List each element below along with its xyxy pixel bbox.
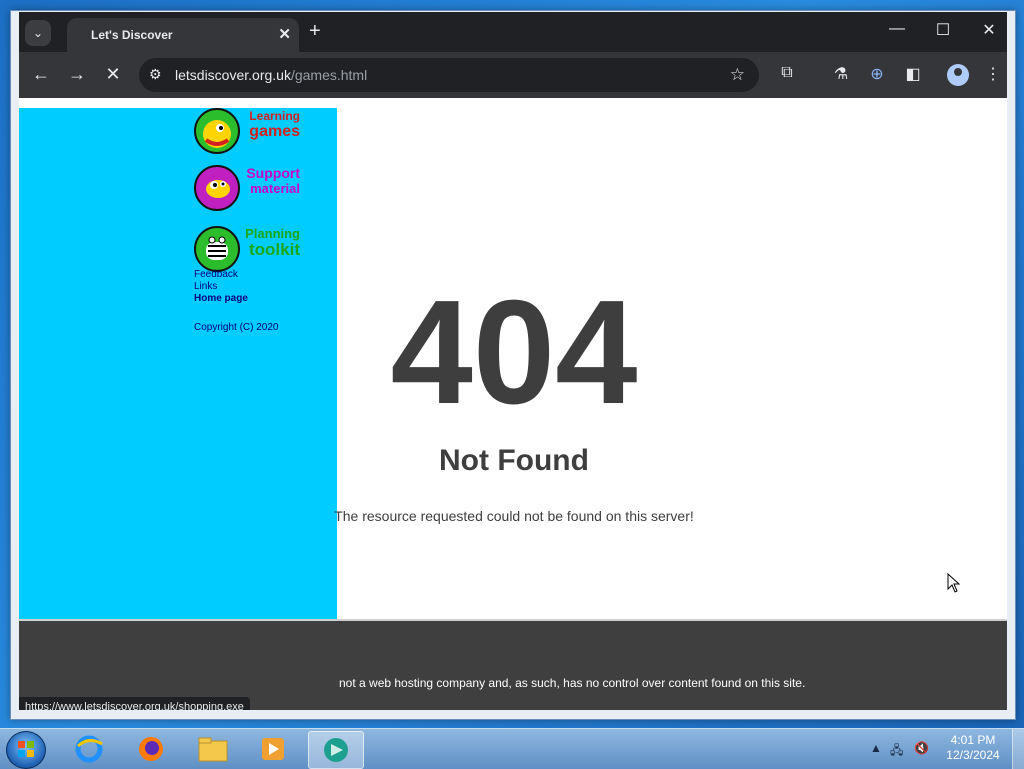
error-title: Not Found xyxy=(439,444,589,477)
link-links[interactable]: Links xyxy=(194,281,248,293)
link-status-bar: https://www.letsdiscover.org.uk/shopping… xyxy=(19,697,250,710)
nav-support-material[interactable]: Support material xyxy=(194,165,304,211)
volume-muted-icon[interactable]: 🔇 xyxy=(914,741,929,755)
footer-text: not a web hosting company and, as such, … xyxy=(339,676,806,690)
network-icon[interactable]: 🖧 xyxy=(890,741,903,762)
labs-flask-icon[interactable]: ⚗ xyxy=(829,64,853,84)
tab-title: Let's Discover xyxy=(91,28,173,42)
extensions-icon[interactable]: ⧉ xyxy=(775,64,799,82)
back-icon[interactable]: ← xyxy=(29,64,53,85)
tab-active[interactable]: Let's Discover ✕ xyxy=(67,18,299,52)
nav-label-line1: Support xyxy=(246,165,300,181)
copyright-text: Copyright (C) 2020 xyxy=(194,322,279,333)
sidebar-links: Feedback Links Home page xyxy=(194,269,248,305)
windows-taskbar: ▲ 🖧 🔇 4:01 PM 12/3/2024 xyxy=(0,728,1024,769)
download-icon[interactable]: ⊕ xyxy=(865,64,889,84)
nav-label-line2: games xyxy=(249,123,300,140)
site-sidebar: Learning games Support material Planning… xyxy=(19,108,337,689)
stop-loading-icon[interactable]: ✕ xyxy=(101,64,125,85)
window-close-icon[interactable]: ✕ xyxy=(969,20,1009,40)
tab-bar: ⌄ Let's Discover ✕ + — ☐ ✕ xyxy=(19,12,1007,52)
link-feedback[interactable]: Feedback xyxy=(194,269,248,281)
giraffe-icon xyxy=(194,165,240,211)
system-clock[interactable]: 4:01 PM 12/3/2024 xyxy=(940,733,1006,763)
zebra-icon xyxy=(194,226,240,272)
firefox-icon[interactable] xyxy=(124,731,178,767)
dinosaur-icon xyxy=(194,108,240,154)
maximize-icon[interactable]: ☐ xyxy=(923,20,963,40)
nav-label-line2: toolkit xyxy=(249,240,300,259)
url-text[interactable]: letsdiscover.org.uk/games.html xyxy=(175,67,367,83)
browser-window: ⌄ Let's Discover ✕ + — ☐ ✕ ← → ✕ ⚙ letsd… xyxy=(10,10,1016,720)
tab-close-icon[interactable]: ✕ xyxy=(278,25,291,43)
show-desktop-button[interactable] xyxy=(1012,729,1024,769)
nav-learning-games[interactable]: Learning games xyxy=(194,108,304,154)
error-message: The resource requested could not be foun… xyxy=(334,508,694,524)
mouse-cursor-icon xyxy=(947,573,961,593)
show-hidden-icons[interactable]: ▲ xyxy=(870,741,882,755)
forward-icon[interactable]: → xyxy=(65,64,89,85)
link-home-page[interactable]: Home page xyxy=(194,293,248,305)
page-viewport: Learning games Support material Planning… xyxy=(19,98,1007,710)
browser-toolbar: ← → ✕ ⚙ letsdiscover.org.uk/games.html ☆… xyxy=(19,52,1007,98)
address-bar[interactable]: ⚙ letsdiscover.org.uk/games.html ☆ xyxy=(139,58,759,92)
nav-label-line2: material xyxy=(250,181,300,196)
start-button[interactable] xyxy=(6,731,46,769)
error-code: 404 xyxy=(390,270,638,435)
clock-date: 12/3/2024 xyxy=(946,748,1000,762)
tab-search-icon[interactable]: ⌄ xyxy=(25,20,51,46)
new-tab-icon[interactable]: + xyxy=(309,20,321,43)
clock-time: 4:01 PM xyxy=(950,733,996,747)
bookmark-star-icon[interactable]: ☆ xyxy=(730,65,745,85)
nav-label-line1: Learning xyxy=(249,109,300,123)
media-player-icon[interactable] xyxy=(246,731,300,767)
profile-avatar-icon[interactable] xyxy=(947,64,969,86)
windows-logo-icon xyxy=(18,741,34,757)
nav-planning-toolkit[interactable]: Planning toolkit xyxy=(194,226,304,272)
site-info-icon[interactable]: ⚙ xyxy=(149,66,162,83)
chrome-taskbar-button[interactable] xyxy=(308,731,364,769)
minimize-icon[interactable]: — xyxy=(877,20,917,38)
internet-explorer-icon[interactable] xyxy=(62,731,116,767)
file-explorer-icon[interactable] xyxy=(186,731,240,767)
menu-kebab-icon[interactable]: ⋮ xyxy=(981,64,1005,84)
side-panel-icon[interactable]: ◧ xyxy=(901,64,925,84)
